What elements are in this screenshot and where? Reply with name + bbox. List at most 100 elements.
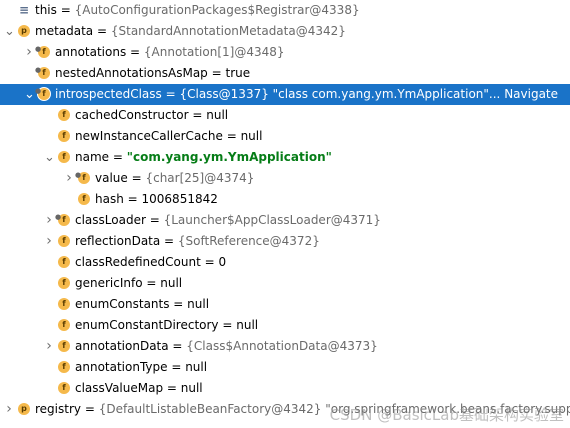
tree-row-classvaluemap[interactable]: f classValueMap = null — [0, 378, 570, 399]
tree-row-text: annotationType = null — [75, 360, 208, 374]
tree-row-annotationtype[interactable]: f annotationType = null — [0, 357, 570, 378]
tree-row-text: annotationData = {Class$AnnotationData@4… — [75, 339, 378, 353]
collapse-arrow-icon[interactable]: ⌄ — [4, 21, 15, 42]
field-icon: f ● — [55, 213, 70, 226]
variable-name: cachedConstructor — [75, 108, 189, 122]
tree-row-newinstancecallercache[interactable]: f newInstanceCallerCache = null — [0, 126, 570, 147]
field-icon: f ● — [75, 171, 90, 184]
tree-row-reflectiondata[interactable]: › f reflectionData = {SoftReference@4372} — [0, 231, 570, 252]
variable-name: enumConstants — [75, 297, 170, 311]
tree-row-introspectedclass[interactable]: ⌄ f ● introspectedClass = {Class@1337} "cla… — [0, 84, 570, 105]
parameter-icon: p — [18, 25, 30, 37]
variable-name: annotations — [55, 45, 127, 59]
tree-row-text: classValueMap = null — [75, 381, 203, 395]
expand-arrow-icon[interactable]: › — [24, 42, 34, 63]
variable-value: {char[25]@4374} — [145, 171, 255, 185]
field-icon: f — [58, 361, 70, 373]
tree-row-text: classLoader = {Launcher$AppClassLoader@4… — [75, 213, 381, 227]
field-icon: f — [78, 193, 90, 205]
final-marker-icon: ● — [35, 45, 42, 53]
tree-row-this[interactable]: ≡ this = {AutoConfigurationPackages$Regis… — [0, 0, 570, 21]
variable-name: classRedefinedCount — [75, 255, 201, 269]
expand-arrow-icon[interactable]: › — [4, 399, 14, 420]
variable-value: null — [185, 360, 208, 374]
final-marker-icon: ● — [35, 66, 42, 74]
tree-row-text: this = {AutoConfigurationPackages$Regist… — [35, 3, 360, 17]
variable-value: null — [206, 108, 229, 122]
tree-row-text: registry = {DefaultListableBeanFactory@4… — [35, 399, 570, 420]
variable-name: genericInfo — [75, 276, 143, 290]
variable-name: classValueMap — [75, 381, 164, 395]
variable-name: annotationData — [75, 339, 169, 353]
variable-value: {Class$AnnotationData@4373} — [186, 339, 378, 353]
variable-value: null — [160, 276, 183, 290]
variable-name: classLoader — [75, 213, 146, 227]
tree-row-text: newInstanceCallerCache = null — [75, 129, 263, 143]
variable-value: 1006851842 — [141, 192, 218, 206]
tree-row-annotations[interactable]: › f ● annotations = {Annotation[1]@4348} — [0, 42, 570, 63]
this-variable-icon: ≡ — [18, 3, 30, 17]
parameter-icon: p — [18, 403, 30, 415]
tree-row-text: value = {char[25]@4374} — [95, 171, 255, 185]
field-icon: f — [58, 277, 70, 289]
tree-row-text: genericInfo = null — [75, 276, 183, 290]
variable-name: annotationType — [75, 360, 168, 374]
tree-row-nestedannotationsasmap[interactable]: f ● nestedAnnotationsAsMap = true — [0, 63, 570, 84]
tree-row-text: name = "com.yang.ym.YmApplication" — [75, 150, 332, 164]
field-icon: f ● — [35, 66, 50, 79]
collapse-arrow-icon[interactable]: ⌄ — [44, 147, 55, 168]
tree-row-genericinfo[interactable]: f genericInfo = null — [0, 273, 570, 294]
tree-row-hash[interactable]: f hash = 1006851842 — [0, 189, 570, 210]
expand-arrow-icon[interactable]: › — [44, 336, 54, 357]
final-marker-icon: ● — [35, 87, 42, 95]
variable-name: metadata — [35, 24, 94, 38]
field-icon: f ● — [35, 45, 50, 58]
tree-row-name[interactable]: ⌄ f name = "com.yang.ym.YmApplication" — [0, 147, 570, 168]
tree-row-registry[interactable]: › p registry = {DefaultListableBeanFactory… — [0, 399, 570, 420]
final-marker-icon: ● — [55, 213, 62, 221]
variable-value: null — [180, 381, 203, 395]
tree-row-text: annotations = {Annotation[1]@4348} — [55, 45, 285, 59]
tree-row-classloader[interactable]: › f ● classLoader = {Launcher$AppClassLoade… — [0, 210, 570, 231]
variable-value: {Class@1337} "class com.yang.ym.YmApplic… — [179, 87, 501, 101]
expand-arrow-icon[interactable]: › — [44, 210, 54, 231]
expand-arrow-icon[interactable]: › — [44, 231, 54, 252]
tree-row-enumconstants[interactable]: f enumConstants = null — [0, 294, 570, 315]
variable-value: {StandardAnnotationMetadata@4342} — [110, 24, 346, 38]
variable-name: reflectionData — [75, 234, 161, 248]
variable-value: "com.yang.ym.YmApplication" — [126, 150, 332, 164]
variable-name: hash — [95, 192, 124, 206]
navigate-link[interactable]: Navigate — [504, 87, 558, 101]
field-icon: f — [58, 298, 70, 310]
field-icon: f — [58, 130, 70, 142]
collapse-arrow-icon[interactable]: ⌄ — [24, 84, 35, 105]
variable-value: {Annotation[1]@4348} — [143, 45, 285, 59]
tree-row-value[interactable]: › f ● value = {char[25]@4374} — [0, 168, 570, 189]
tree-row-metadata[interactable]: ⌄ p metadata = {StandardAnnotationMetadata… — [0, 21, 570, 42]
tree-row-annotationdata[interactable]: › f annotationData = {Class$AnnotationData… — [0, 336, 570, 357]
variable-value: 0 — [218, 255, 227, 269]
tree-row-text: reflectionData = {SoftReference@4372} — [75, 234, 320, 248]
field-icon: f — [58, 340, 70, 352]
variable-value: {AutoConfigurationPackages$Registrar@433… — [74, 3, 360, 17]
variable-name: this — [35, 3, 57, 17]
tree-row-text: enumConstants = null — [75, 297, 210, 311]
variable-name: registry — [35, 402, 81, 416]
variable-value: {DefaultListableBeanFactory@4342} "org.s… — [98, 402, 570, 416]
variable-value: null — [187, 297, 210, 311]
variable-name: value — [95, 171, 128, 185]
tree-row-enumconstantdirectory[interactable]: f enumConstantDirectory = null — [0, 315, 570, 336]
tree-row-text: introspectedClass = {Class@1337} "class … — [55, 87, 559, 101]
variable-value: true — [225, 66, 251, 80]
field-icon: f — [58, 151, 70, 163]
tree-row-text: cachedConstructor = null — [75, 108, 229, 122]
tree-row-classredefinedcount[interactable]: f classRedefinedCount = 0 — [0, 252, 570, 273]
variable-value: {SoftReference@4372} — [177, 234, 320, 248]
expand-arrow-icon[interactable]: › — [64, 168, 74, 189]
field-icon: f — [58, 319, 70, 331]
variable-value: null — [240, 129, 263, 143]
tree-row-text: nestedAnnotationsAsMap = true — [55, 66, 251, 80]
tree-row-cachedconstructor[interactable]: f cachedConstructor = null — [0, 105, 570, 126]
tree-row-text: hash = 1006851842 — [95, 192, 218, 206]
variable-value: null — [236, 318, 259, 332]
